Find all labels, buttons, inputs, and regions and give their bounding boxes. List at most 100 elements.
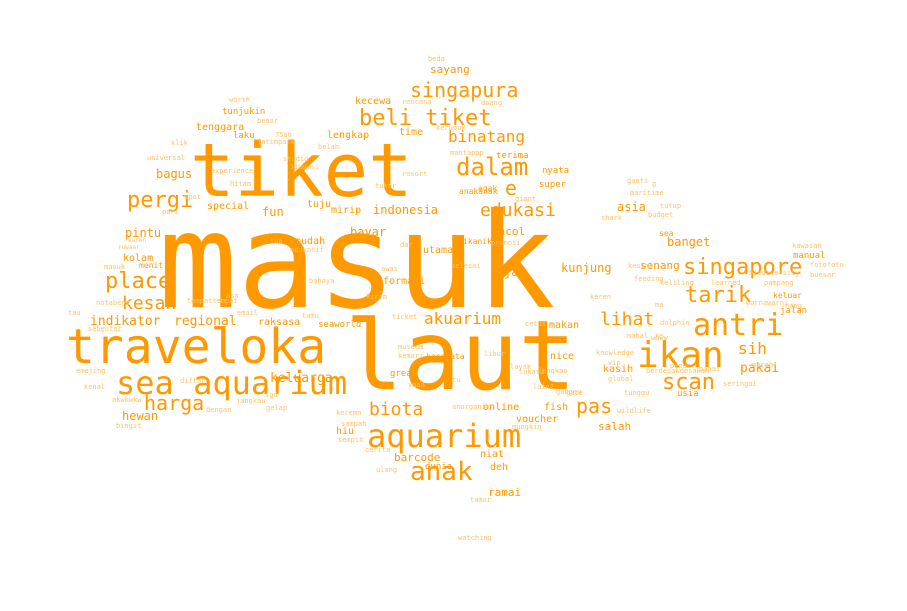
word: special bbox=[207, 201, 250, 212]
word: asa bbox=[226, 292, 239, 300]
word: tau bbox=[68, 309, 81, 317]
word: belah bbox=[318, 143, 340, 151]
word: fish bbox=[544, 402, 569, 413]
word: emejing bbox=[76, 367, 106, 375]
word: banget bbox=[667, 235, 711, 249]
word: edukasi bbox=[480, 200, 556, 221]
word: keliling bbox=[660, 279, 694, 287]
word: ramai bbox=[488, 486, 522, 499]
word: sea bbox=[659, 229, 674, 238]
word: maritime bbox=[630, 189, 664, 197]
word: tuju bbox=[307, 199, 332, 210]
word: panas bbox=[699, 365, 721, 373]
word: tukar bbox=[375, 182, 397, 190]
word: murah bbox=[752, 361, 774, 369]
word: kerupuk bbox=[436, 124, 466, 132]
word: mirip bbox=[331, 205, 362, 216]
word: 3dimensi bbox=[290, 164, 319, 171]
word: indonesia bbox=[373, 203, 439, 217]
word: biota bbox=[369, 399, 424, 420]
word: tarik bbox=[685, 283, 752, 308]
word: dengan bbox=[206, 406, 232, 414]
word: seaworld bbox=[318, 320, 362, 330]
word: laku bbox=[233, 131, 255, 141]
word: kirim bbox=[366, 293, 388, 301]
word: gelap bbox=[266, 404, 288, 412]
word: nice bbox=[550, 351, 575, 362]
word: ganti bbox=[627, 177, 649, 185]
word: karen bbox=[128, 237, 147, 244]
word: beda bbox=[428, 55, 445, 63]
word: kecewa bbox=[355, 96, 392, 107]
word: lokasi bbox=[519, 368, 545, 376]
word: anorganik bbox=[452, 403, 490, 411]
word: jangkau bbox=[236, 397, 266, 405]
word: sempit bbox=[338, 436, 364, 444]
word: akuarium bbox=[424, 309, 502, 328]
word: dolphin bbox=[660, 319, 690, 327]
word: keluarga bbox=[270, 371, 333, 386]
word: lain2 bbox=[533, 383, 555, 391]
word: yaaa bbox=[408, 381, 425, 389]
word: mungkin bbox=[512, 423, 542, 431]
word: email bbox=[237, 309, 259, 317]
word: pari bbox=[162, 208, 179, 216]
word: warnawarni bbox=[746, 299, 789, 307]
word: akwkwkw bbox=[112, 396, 142, 404]
word: tu bbox=[452, 376, 461, 384]
word: usia bbox=[677, 389, 699, 399]
word: raksasa bbox=[258, 317, 301, 328]
word: niat bbox=[480, 449, 505, 460]
word: regional bbox=[174, 314, 237, 329]
word: sayang bbox=[430, 63, 470, 76]
word: bagus bbox=[156, 167, 193, 181]
word: tua bbox=[270, 237, 283, 245]
word: makan bbox=[549, 320, 580, 331]
word: anakanak bbox=[459, 187, 498, 196]
word: fotofoto bbox=[810, 261, 844, 269]
word: kemari bbox=[398, 352, 424, 360]
word: universal bbox=[147, 154, 185, 162]
word: promosi bbox=[491, 239, 521, 247]
word: ma bbox=[655, 301, 664, 309]
word: mahal bbox=[627, 332, 649, 340]
word: great bbox=[390, 369, 418, 379]
word: ke bbox=[655, 332, 664, 340]
word: tunjukin bbox=[222, 107, 266, 117]
word: time bbox=[399, 127, 424, 138]
word: ruwaar bbox=[118, 244, 140, 251]
word: buesar bbox=[810, 271, 836, 279]
word: kunjung bbox=[561, 261, 612, 275]
word: museum bbox=[398, 343, 424, 351]
word: fun bbox=[262, 205, 284, 219]
word: experience bbox=[211, 167, 254, 175]
word: awas bbox=[381, 265, 398, 273]
word: sebentar bbox=[88, 325, 122, 333]
word: global bbox=[608, 375, 634, 383]
word: libur bbox=[484, 350, 506, 358]
word: jatimpark bbox=[257, 138, 295, 146]
word: pampang bbox=[764, 279, 794, 287]
word: ganggu bbox=[556, 388, 582, 396]
word: selesai bbox=[451, 262, 481, 270]
word: cerita bbox=[365, 446, 391, 454]
word: seringai bbox=[723, 380, 757, 388]
word: klik bbox=[171, 139, 188, 147]
word: deh bbox=[490, 462, 509, 473]
word: masuk bbox=[104, 263, 126, 271]
word: 75an bbox=[275, 131, 292, 139]
word: tunggu bbox=[624, 389, 650, 397]
word: worth bbox=[229, 96, 251, 104]
word: vip bbox=[608, 359, 621, 367]
word: edukatif bbox=[290, 246, 324, 254]
word: watching bbox=[458, 534, 492, 542]
word: sgd bbox=[265, 391, 278, 399]
word: sih bbox=[738, 339, 767, 358]
word: place bbox=[105, 269, 172, 294]
word: diftar bbox=[180, 377, 206, 385]
word: terima bbox=[496, 151, 529, 161]
word: tutup bbox=[660, 202, 682, 210]
word: kawasan bbox=[792, 242, 822, 250]
word: jam bbox=[504, 265, 526, 279]
word: biodiversity bbox=[749, 269, 800, 277]
